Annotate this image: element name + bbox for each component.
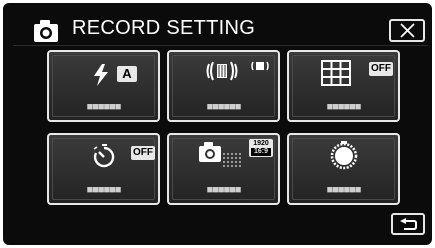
page-title: RECORD SETTING [72,17,256,39]
tile-label: ■■■■■■ [326,101,362,113]
tile-image-stabilizer[interactable]: ■■■■■■ [167,50,280,122]
back-button[interactable] [391,213,425,235]
back-arrow-icon [400,218,417,230]
tile-label: ■■■■■■ [86,101,122,113]
self-timer-off-badge: OFF [131,146,155,160]
tile-label: ■■■■■■ [86,184,122,196]
tile-shutter[interactable]: ■■■■■■ [287,133,400,205]
close-icon [400,23,415,38]
record-setting-screen: RECORD SETTING A ■■■■■■ ■■■■■■ OFF ■■■■■… [3,3,432,245]
camera-icon [34,20,58,42]
flash-icon [94,64,108,86]
tile-grid[interactable]: OFF ■■■■■■ [287,50,400,122]
header-divider [13,45,428,46]
tile-label: ■■■■■■ [206,184,242,196]
photo-size-badge: 1920 16:9 [249,139,273,157]
grid-icon [321,60,351,86]
camera-icon [199,142,221,162]
self-timer-icon [93,144,115,168]
image-stabilizer-icon [206,61,238,81]
tile-label: ■■■■■■ [326,184,362,196]
tile-label: ■■■■■■ [206,101,242,113]
flash-mode-badge: A [117,66,137,82]
close-button[interactable] [389,19,425,42]
stabilizer-mode-icon [251,61,269,71]
pixel-grid-icon [223,153,241,167]
tile-self-timer[interactable]: OFF ■■■■■■ [47,133,160,205]
tile-photo-size[interactable]: 1920 16:9 ■■■■■■ [167,133,280,205]
shutter-dial-icon [330,141,358,170]
grid-off-badge: OFF [369,62,393,76]
tile-flash[interactable]: A ■■■■■■ [47,50,160,122]
header: RECORD SETTING [3,3,432,42]
